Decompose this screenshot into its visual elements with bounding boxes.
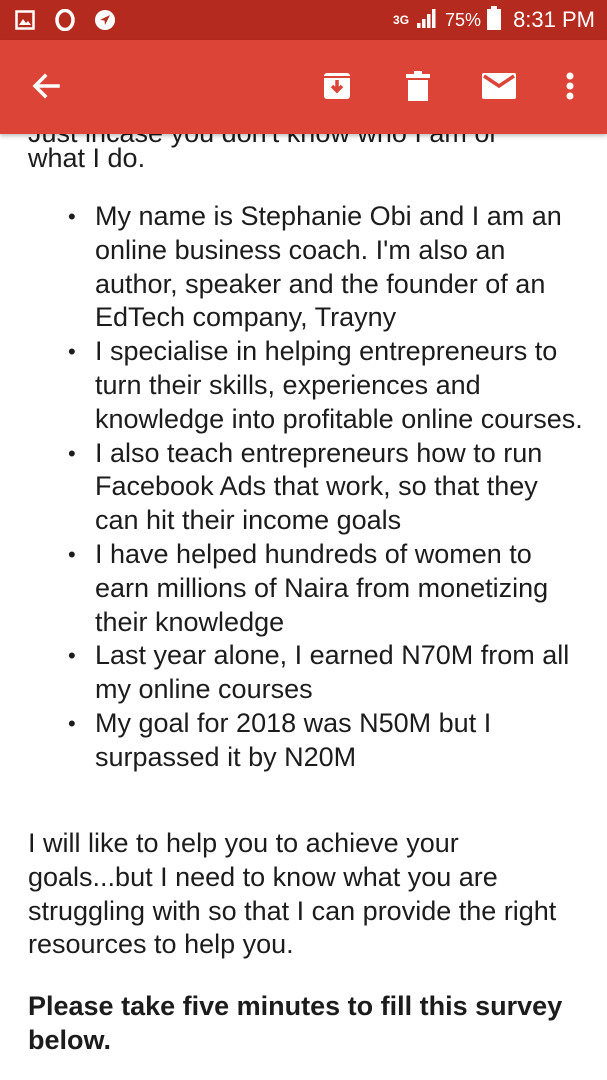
- envelope-icon: [482, 72, 516, 104]
- list-item: • I have helped hundreds of women to earn…: [68, 538, 549, 637]
- status-bar: 3G 75% 8:31 PM: [0, 0, 607, 40]
- network-type: 3G: [393, 12, 410, 27]
- list-item: • My name is Stephanie Obi and I am an on…: [68, 201, 562, 333]
- list-item: • Last year alone, I earned N70M from all…: [68, 640, 570, 705]
- mark-unread-button[interactable]: [475, 64, 523, 112]
- clock: 8:31 PM: [513, 7, 595, 32]
- bullet-dot: •: [68, 440, 76, 466]
- survey-call-to-action: Please take five minutes to fill this su…: [28, 991, 563, 1055]
- bullet-dot: •: [68, 339, 76, 365]
- delete-button[interactable]: [394, 64, 442, 112]
- email-body[interactable]: Just incase you don't know who I am or w…: [0, 134, 607, 1080]
- opera-notification-icon: [54, 9, 76, 31]
- more-options-button[interactable]: [546, 64, 594, 112]
- bullet-dot: •: [68, 541, 76, 567]
- bullet-dot: •: [68, 204, 76, 229]
- archive-button[interactable]: [313, 64, 361, 112]
- navigation-notification-icon: [94, 9, 116, 31]
- back-button[interactable]: [22, 64, 70, 112]
- help-paragraph: I will like to help you to achieve your …: [28, 828, 557, 960]
- list-item: • My goal for 2018 was N50M but I surpass…: [68, 707, 492, 772]
- bullet-list: • My name is Stephanie Obi and I am an on…: [28, 200, 588, 775]
- signal-icon: [415, 7, 439, 34]
- battery-icon: [487, 5, 502, 35]
- battery-percentage: 75%: [445, 9, 482, 30]
- more-vert-icon: [565, 71, 575, 106]
- arrow-left-icon: [32, 72, 60, 105]
- intro-paragraph-end: what I do.: [28, 143, 146, 173]
- list-item: • I specialise in helping entrepreneurs t…: [68, 336, 583, 434]
- list-item: • I also teach entrepreneurs how to run F…: [68, 437, 543, 536]
- bullet-dot: •: [68, 643, 76, 669]
- archive-icon: [322, 71, 352, 106]
- bullet-dot: •: [68, 710, 76, 736]
- trash-icon: [405, 70, 431, 106]
- app-toolbar: [0, 40, 607, 134]
- gallery-notification-icon: [14, 9, 36, 31]
